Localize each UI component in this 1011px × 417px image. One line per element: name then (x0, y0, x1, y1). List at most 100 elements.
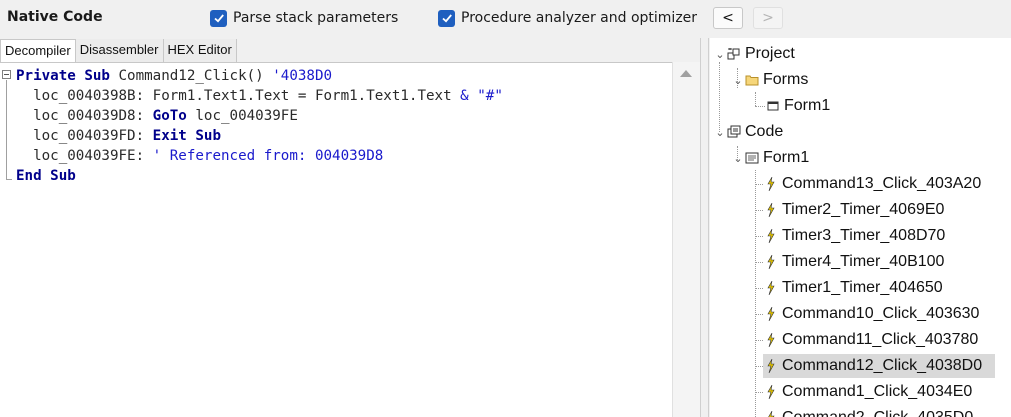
tree-connector (755, 92, 756, 106)
event-lightning-icon (763, 176, 779, 192)
address-comment: '4038D0 (263, 68, 333, 84)
tree-node-label: Project (745, 45, 795, 62)
tab-decompiler[interactable]: Decompiler (0, 39, 76, 62)
parse-stack-parameters-label: Parse stack parameters (233, 10, 399, 26)
tree-node-procedure[interactable]: Command11_Click_403780 (763, 328, 978, 352)
tree-node-label: Command12_Click_4038D0 (782, 357, 983, 374)
statement: loc_0040398B: Form1.Text1.Text = Form1.T… (16, 88, 461, 104)
parse-stack-parameters-checkbox[interactable]: Parse stack parameters (210, 9, 398, 27)
tree-node-label: Form1 (763, 149, 810, 166)
label: loc_004039D8: (16, 108, 153, 124)
tree-node-procedure[interactable]: Timer1_Timer_404650 (763, 276, 943, 300)
tree-connector (755, 392, 763, 393)
event-lightning-icon (763, 202, 779, 218)
scroll-up-arrow-icon[interactable] (680, 70, 692, 77)
tree-connector (755, 184, 763, 185)
event-lightning-icon (763, 358, 779, 374)
event-lightning-icon (763, 306, 779, 322)
project-icon (726, 46, 742, 62)
decompiler-editor[interactable]: Private Sub Command12_Click() '4038D0 lo… (0, 62, 700, 417)
folder-icon (744, 72, 760, 88)
tree-node-procedure[interactable]: Timer2_Timer_4069E0 (763, 198, 944, 222)
code-module-icon (726, 124, 742, 140)
code-line-6: End Sub (16, 166, 503, 186)
tree-node-label: Form1 (784, 97, 831, 114)
fold-gutter (0, 63, 12, 417)
tree-node-project[interactable]: ⌄ Project (714, 42, 795, 66)
label: loc_004039FD: (16, 128, 153, 144)
checkbox-checked-icon[interactable] (210, 9, 227, 27)
string-literal: "#" (468, 88, 503, 104)
event-lightning-icon (763, 254, 779, 270)
event-lightning-icon (763, 280, 779, 296)
fold-guide-line (6, 80, 7, 179)
event-lightning-icon (763, 228, 779, 244)
target-label: loc_004039FE (186, 108, 298, 124)
event-lightning-icon (763, 332, 779, 348)
collapse-chevron-icon[interactable]: ⌄ (714, 48, 726, 61)
tree-node-label: Command1_Click_4034E0 (782, 383, 973, 400)
keyword: End Sub (16, 168, 76, 184)
view-tabs: Decompiler Disassembler HEX Editor (0, 39, 237, 62)
tree-node-procedure-selected[interactable]: Command12_Click_4038D0 (763, 354, 995, 378)
tree-node-label: Command13_Click_403A20 (782, 175, 982, 192)
forward-button[interactable]: > (753, 7, 783, 29)
tree-connector (755, 210, 763, 211)
tree-node-label: Timer3_Timer_408D70 (782, 227, 946, 244)
code-line-3: loc_004039D8: GoTo loc_004039FE (16, 106, 503, 126)
tree-connector (755, 314, 763, 315)
panel-title: Native Code (7, 9, 103, 25)
tree-node-code[interactable]: ⌄ Code (714, 120, 783, 144)
tree-node-procedure[interactable]: Command10_Click_403630 (763, 302, 979, 326)
tree-node-label: Timer4_Timer_40B100 (782, 253, 945, 270)
native-code-toolbar: Native Code Parse stack parameters Proce… (0, 0, 1011, 38)
collapse-fold-icon[interactable] (2, 70, 11, 79)
collapse-chevron-icon[interactable]: ⌄ (732, 74, 744, 87)
procedure-analyzer-checkbox[interactable]: Procedure analyzer and optimizer (438, 9, 697, 27)
tree-node-procedure[interactable]: Command2_Click_4035D0 (763, 406, 973, 417)
tree-connector (755, 340, 763, 341)
collapse-chevron-icon[interactable]: ⌄ (714, 126, 726, 139)
form-module-icon (744, 150, 760, 166)
keyword: Private Sub (16, 68, 110, 84)
tree-node-procedure[interactable]: Timer3_Timer_408D70 (763, 224, 945, 248)
tree-connector (755, 236, 763, 237)
keyword: GoTo (152, 108, 187, 124)
event-lightning-icon (763, 384, 779, 400)
panel-splitter[interactable] (700, 38, 709, 417)
event-lightning-icon (763, 410, 779, 417)
tree-node-form1-code[interactable]: ⌄ Form1 (732, 146, 809, 170)
tree-connector (755, 106, 765, 107)
form-icon (765, 98, 781, 114)
tree-node-procedure[interactable]: Command13_Click_403A20 (763, 172, 981, 196)
code-text[interactable]: Private Sub Command12_Click() '4038D0 lo… (16, 66, 503, 186)
checkbox-checked-icon[interactable] (438, 9, 455, 27)
project-tree[interactable]: ⌄ Project ⌄ Forms Form1 ⌄ Code ⌄ Form1 C… (710, 38, 1011, 417)
tree-connector (755, 366, 763, 367)
editor-vertical-scrollbar[interactable] (672, 62, 700, 417)
operator: & (460, 88, 469, 104)
tree-connector (755, 170, 756, 417)
tree-node-label: Command2_Click_4035D0 (782, 409, 973, 417)
tree-node-label: Command10_Click_403630 (782, 305, 980, 322)
collapse-chevron-icon[interactable]: ⌄ (732, 152, 744, 165)
sub-name: Command12_Click() (109, 68, 264, 84)
tab-disassembler[interactable]: Disassembler (75, 39, 164, 62)
tree-node-label: Forms (763, 71, 809, 88)
tree-node-label: Command11_Click_403780 (782, 331, 979, 348)
procedure-analyzer-label: Procedure analyzer and optimizer (461, 10, 698, 26)
tree-node-form1-forms[interactable]: Form1 (765, 94, 830, 118)
tree-node-procedure[interactable]: Command1_Click_4034E0 (763, 380, 972, 404)
tree-connector (755, 262, 763, 263)
back-button[interactable]: < (713, 7, 743, 29)
keyword: Exit Sub (152, 128, 222, 144)
tree-node-procedure[interactable]: Timer4_Timer_40B100 (763, 250, 944, 274)
code-line-2: loc_0040398B: Form1.Text1.Text = Form1.T… (16, 86, 503, 106)
tree-node-forms[interactable]: ⌄ Forms (732, 68, 808, 92)
tree-connector (755, 288, 763, 289)
tree-node-label: Code (745, 123, 784, 140)
tree-node-label: Timer1_Timer_404650 (782, 279, 943, 296)
label: loc_004039FE: (16, 148, 153, 164)
code-line-4: loc_004039FD: Exit Sub (16, 126, 503, 146)
tab-hex-editor[interactable]: HEX Editor (163, 39, 237, 62)
